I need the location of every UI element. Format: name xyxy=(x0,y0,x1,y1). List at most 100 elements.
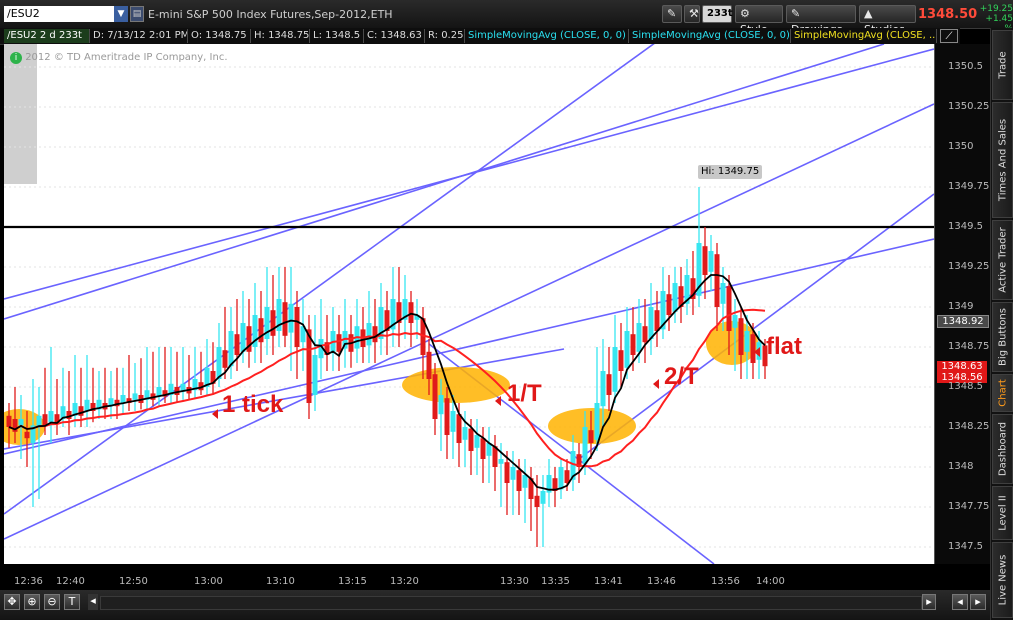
candle-body xyxy=(516,470,522,491)
candle-body xyxy=(714,254,720,307)
price-tick: 1349.75 xyxy=(948,181,990,192)
candle-body xyxy=(432,374,438,419)
price-tag-1348-92: 1348.92 xyxy=(937,315,989,328)
side-tab-label: Level II xyxy=(997,495,1008,531)
candle-body xyxy=(312,355,318,395)
time-axis[interactable]: 12:36 12:40 12:50 13:00 13:10 13:15 13:20 13:30… xyxy=(4,564,934,590)
candle-body xyxy=(234,334,240,355)
candle-body xyxy=(558,467,564,490)
price-tick: 1347.75 xyxy=(948,501,990,512)
scroll-forward-icon[interactable]: ▸ xyxy=(970,594,986,610)
time-tick: 13:46 xyxy=(647,576,676,587)
candle-body xyxy=(456,414,462,443)
side-tab-label: Times And Sales xyxy=(997,118,1008,202)
chart-background-upper xyxy=(37,44,934,184)
candle-body xyxy=(84,399,90,411)
side-tab-times-and-sales[interactable]: Times And Sales xyxy=(992,102,1013,218)
candle-body xyxy=(306,329,312,403)
candle-body xyxy=(708,251,714,272)
drawing-tools-icon[interactable]: ✎ xyxy=(662,5,682,23)
candle-body xyxy=(630,334,636,355)
candle-body xyxy=(666,294,672,315)
price-tick: 1349.5 xyxy=(948,221,983,232)
price-tick: 1350.25 xyxy=(948,101,990,112)
info-circle-icon[interactable]: i xyxy=(10,52,22,64)
side-tab-label: Trade xyxy=(997,51,1008,79)
zoom-in-icon[interactable]: ⊕ xyxy=(24,594,40,610)
link-icon[interactable]: ▤ xyxy=(130,6,144,22)
candle-body xyxy=(594,403,600,440)
change-abs: +19.25 xyxy=(979,4,1013,14)
price-axis[interactable]: 1348.92 1348.63 1348.56 1350.5 1350.25 135… xyxy=(934,44,990,564)
candle-body xyxy=(426,351,432,379)
candle-body xyxy=(600,371,606,407)
time-tick: 13:35 xyxy=(541,576,570,587)
candle-body xyxy=(240,323,246,352)
time-tick: 13:15 xyxy=(338,576,367,587)
price-tick: 1347.5 xyxy=(948,541,983,552)
candle-body xyxy=(606,374,612,395)
side-tab-label: Dashboard xyxy=(997,421,1008,477)
highlight-ellipse xyxy=(402,367,510,403)
copyright-notice: i 2012 © TD Ameritrade IP Company, Inc. xyxy=(10,52,228,64)
info-study-sma-2[interactable]: SimpleMovingAvg (CLOSE, 0, 0) xyxy=(629,29,791,43)
info-study-sma-1[interactable]: SimpleMovingAvg (CLOSE, 0, 0) xyxy=(465,29,629,43)
price-tick: 1350.5 xyxy=(948,61,983,72)
pencil-icon: ✎ xyxy=(791,7,801,20)
pan-icon[interactable]: ✥ xyxy=(4,594,20,610)
candle-body xyxy=(702,246,708,275)
zoom-out-icon[interactable]: ⊖ xyxy=(44,594,60,610)
scroll-left-icon[interactable]: ◂ xyxy=(88,594,98,610)
candle-body xyxy=(42,414,48,426)
candle-body xyxy=(564,470,570,483)
candle-body xyxy=(282,302,288,336)
candle-body xyxy=(510,467,516,480)
candle-body xyxy=(720,283,726,304)
wrench-icon[interactable]: ⚒ xyxy=(684,5,700,23)
aggregation-button[interactable]: 233t xyxy=(702,5,733,23)
candle-body xyxy=(480,438,486,459)
horizontal-scrollbar[interactable] xyxy=(100,596,922,610)
side-tab-label: Active Trader xyxy=(997,227,1008,293)
candle-body xyxy=(228,331,234,367)
side-tab-trade[interactable]: Trade xyxy=(992,30,1013,100)
candle-body xyxy=(438,395,444,415)
info-open: O: 1348.75 xyxy=(188,29,251,43)
info-range: R: 0.25 xyxy=(425,29,465,43)
info-low: L: 1348.5 xyxy=(310,29,364,43)
side-tab-live-news[interactable]: Live News xyxy=(992,542,1013,618)
annotation-1-t: 1/T xyxy=(507,380,542,407)
studies-button[interactable]: ▲ Studies xyxy=(859,5,916,36)
symbol-input[interactable]: /ESU2 xyxy=(4,6,114,22)
candle-body xyxy=(738,318,744,355)
candle-body xyxy=(654,310,660,331)
price-chart[interactable]: 1 tick 1/T 2/T flat i 2012 © TD Ameritrade … xyxy=(0,0,935,565)
symbol-dropdown-button[interactable]: ▼ xyxy=(114,6,128,22)
side-tab-level-ii[interactable]: Level II xyxy=(992,486,1013,540)
candle-body xyxy=(294,307,300,347)
side-tab-chart[interactable]: Chart xyxy=(992,374,1013,412)
time-tick: 13:20 xyxy=(390,576,419,587)
last-price: 1348.50 xyxy=(918,7,978,22)
candle-body xyxy=(372,326,378,343)
chart-settings-icon[interactable]: ⟋ xyxy=(940,29,958,43)
style-button[interactable]: ⚙ Style xyxy=(735,5,783,36)
candle-body xyxy=(6,415,12,427)
candle-body xyxy=(672,283,678,312)
chart-canvas[interactable]: 1 tick 1/T 2/T flat xyxy=(0,0,935,565)
side-tab-active-trader[interactable]: Active Trader xyxy=(992,220,1013,300)
annotation-2-t: 2/T xyxy=(664,363,699,390)
scroll-right-icon[interactable]: ▸ xyxy=(922,594,936,610)
side-tab-big-buttons[interactable]: Big Buttons xyxy=(992,302,1013,372)
candle-body xyxy=(408,302,414,323)
scroll-back-icon[interactable]: ◂ xyxy=(952,594,968,610)
time-tick: 13:00 xyxy=(194,576,223,587)
side-tab-dashboard[interactable]: Dashboard xyxy=(992,414,1013,484)
info-study-sma-3[interactable]: SimpleMovingAvg (CLOSE, ... xyxy=(791,29,937,43)
candle-body xyxy=(540,491,546,504)
drawings-button[interactable]: ✎ Drawings xyxy=(786,5,856,36)
prior-session-shade xyxy=(4,44,37,184)
candle-body xyxy=(336,334,342,352)
candle-body xyxy=(618,350,624,371)
text-tool-icon[interactable]: T xyxy=(64,594,80,610)
